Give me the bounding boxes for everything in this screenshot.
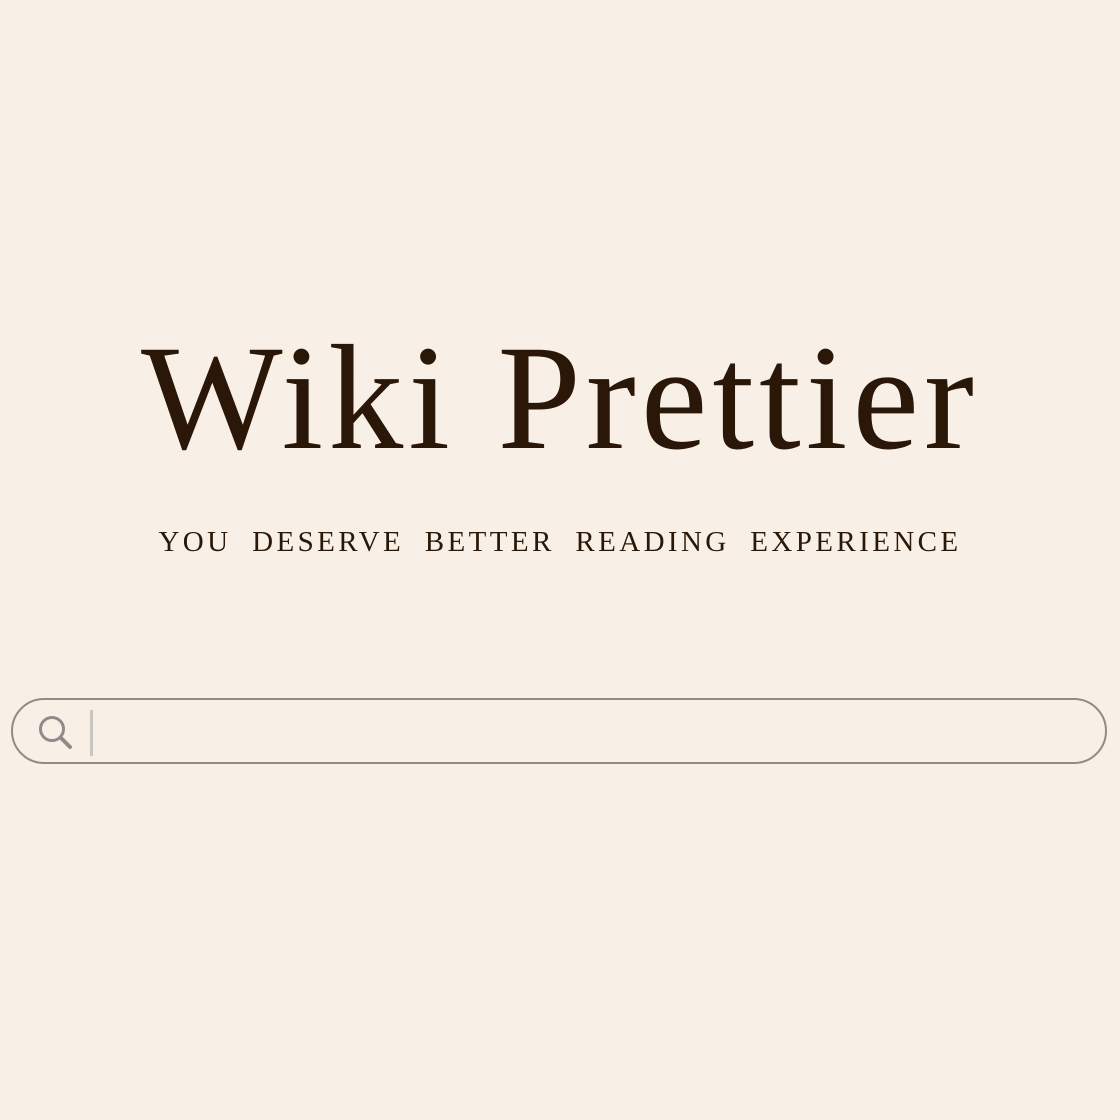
search-bar[interactable]: [11, 698, 1107, 764]
search-input[interactable]: [89, 707, 1079, 755]
tagline: YOU DESERVE BETTER READING EXPERIENCE: [158, 526, 962, 558]
search-icon: [37, 714, 75, 752]
page-title: Wiki Prettier: [141, 315, 979, 481]
landing-page: Wiki Prettier YOU DESERVE BETTER READING…: [0, 0, 1120, 1120]
text-cursor: [90, 710, 93, 756]
